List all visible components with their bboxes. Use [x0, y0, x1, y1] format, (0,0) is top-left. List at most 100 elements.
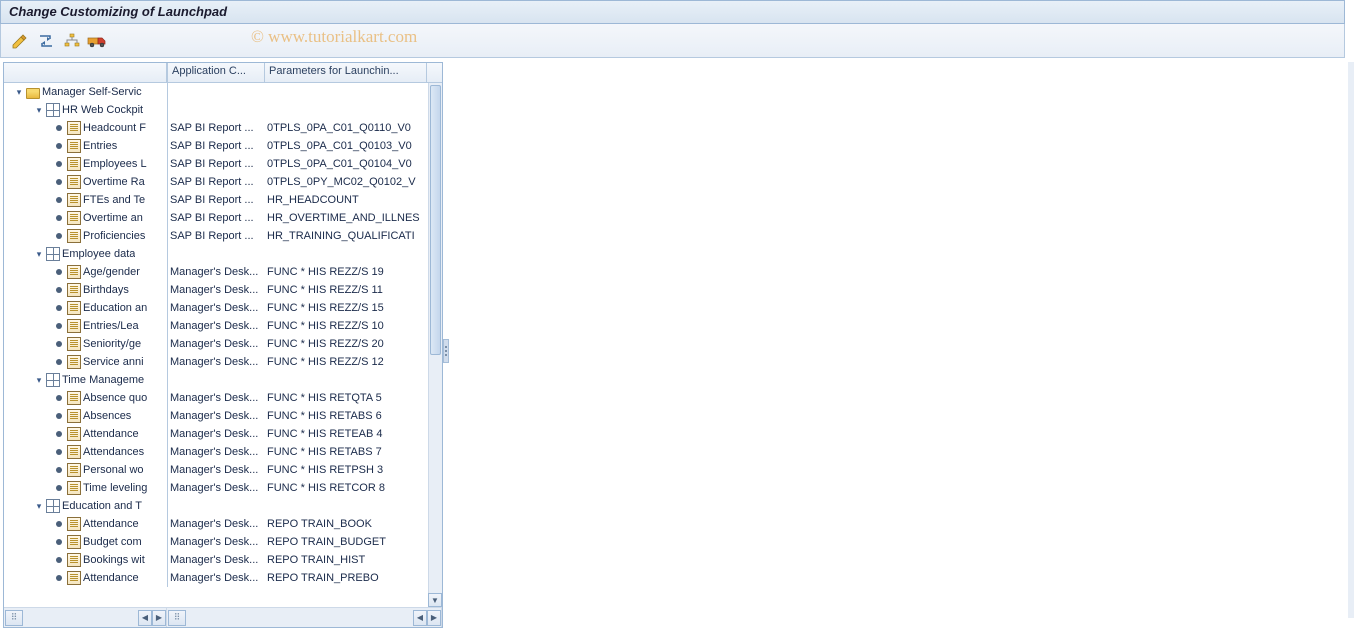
tree-cell-name[interactable]: Personal wo	[4, 461, 167, 479]
scroll-down-button[interactable]: ▼	[428, 593, 442, 607]
expand-toggle-icon[interactable]: ▾	[34, 371, 44, 389]
hscroll-right-2[interactable]: ▶	[427, 610, 441, 626]
hscroll-grip-2[interactable]: ⠿	[168, 610, 186, 626]
tree-cell-application	[167, 83, 265, 101]
tree-row[interactable]: AttendanceManager's Desk...REPO TRAIN_BO…	[4, 515, 442, 533]
tree-row[interactable]: Service anniManager's Desk...FUNC * HIS …	[4, 353, 442, 371]
tree-cell-application: Manager's Desk...	[167, 479, 265, 497]
tree-cell-name[interactable]: Absence quo	[4, 389, 167, 407]
tree-row[interactable]: AbsencesManager's Desk...FUNC * HIS RETA…	[4, 407, 442, 425]
vertical-scroll-thumb[interactable]	[430, 85, 441, 355]
toolbar-transport[interactable]	[87, 31, 109, 51]
document-icon	[67, 193, 81, 207]
tree-cell-name[interactable]: Absences	[4, 407, 167, 425]
detail-scrollbar[interactable]	[1348, 62, 1354, 618]
tree-cell-name[interactable]: Employees L	[4, 155, 167, 173]
document-icon	[67, 319, 81, 333]
tree-cell-name[interactable]: ▾Manager Self-Servic	[4, 83, 167, 101]
tree-row[interactable]: Age/genderManager's Desk...FUNC * HIS RE…	[4, 263, 442, 281]
document-icon	[67, 355, 81, 369]
tree-cell-name[interactable]: Overtime an	[4, 209, 167, 227]
tree-cell-name[interactable]: Attendance	[4, 569, 167, 587]
tree-row[interactable]: Overtime anSAP BI Report ...HR_OVERTIME_…	[4, 209, 442, 227]
tree-cell-name[interactable]: Seniority/ge	[4, 335, 167, 353]
tree-cell-application	[167, 245, 265, 263]
tree-cell-parameters	[265, 83, 427, 101]
column-header-name[interactable]	[4, 63, 167, 82]
tree-cell-name[interactable]: Time leveling	[4, 479, 167, 497]
tree-cell-name[interactable]: Attendances	[4, 443, 167, 461]
expand-toggle-icon[interactable]: ▾	[34, 101, 44, 119]
expand-toggle-icon[interactable]: ▾	[34, 245, 44, 263]
tree-row[interactable]: AttendanceManager's Desk...REPO TRAIN_PR…	[4, 569, 442, 587]
tree-cell-name[interactable]: Proficiencies	[4, 227, 167, 245]
tree-body[interactable]: ▾Manager Self-Servic▾HR Web CockpitHeadc…	[4, 83, 442, 607]
tree-row[interactable]: Employees LSAP BI Report ...0TPLS_0PA_C0…	[4, 155, 442, 173]
toolbar-other-object[interactable]	[35, 31, 57, 51]
tree-row[interactable]: ▾Time Manageme	[4, 371, 442, 389]
tree-row[interactable]: Bookings witManager's Desk...REPO TRAIN_…	[4, 551, 442, 569]
tree-row[interactable]: ProficienciesSAP BI Report ...HR_TRAININ…	[4, 227, 442, 245]
tree-cell-name[interactable]: Entries/Lea	[4, 317, 167, 335]
tree-cell-name[interactable]: Overtime Ra	[4, 173, 167, 191]
tree-row[interactable]: ▾HR Web Cockpit	[4, 101, 442, 119]
panel-splitter[interactable]	[443, 59, 449, 627]
tree-node-label: Proficiencies	[83, 227, 145, 245]
tree-row[interactable]: EntriesSAP BI Report ...0TPLS_0PA_C01_Q0…	[4, 137, 442, 155]
vertical-scrollbar[interactable]	[428, 83, 442, 607]
tree-row[interactable]: BirthdaysManager's Desk...FUNC * HIS REZ…	[4, 281, 442, 299]
document-icon	[67, 535, 81, 549]
bullet-icon	[56, 359, 62, 365]
tree-row[interactable]: AttendancesManager's Desk...FUNC * HIS R…	[4, 443, 442, 461]
tree-cell-name[interactable]: Service anni	[4, 353, 167, 371]
tree-row[interactable]: Overtime RaSAP BI Report ...0TPLS_0PY_MC…	[4, 173, 442, 191]
tree-cell-parameters: 0TPLS_0PA_C01_Q0103_V0	[265, 137, 427, 155]
tree-cell-name[interactable]: ▾HR Web Cockpit	[4, 101, 167, 119]
expand-toggle-icon[interactable]: ▾	[14, 83, 24, 101]
tree-cell-name[interactable]: Attendance	[4, 515, 167, 533]
tree-cell-name[interactable]: FTEs and Te	[4, 191, 167, 209]
hscroll-right-1[interactable]: ▶	[152, 610, 166, 626]
tree-row[interactable]: Personal woManager's Desk...FUNC * HIS R…	[4, 461, 442, 479]
tree-row[interactable]: Budget comManager's Desk...REPO TRAIN_BU…	[4, 533, 442, 551]
document-icon	[67, 517, 81, 531]
tree-cell-parameters	[265, 245, 427, 263]
tree-row[interactable]: Seniority/geManager's Desk...FUNC * HIS …	[4, 335, 442, 353]
hscroll-grip-1[interactable]: ⠿	[5, 610, 23, 626]
tree-node-label: Time leveling	[83, 479, 147, 497]
tree-row[interactable]: ▾Education and T	[4, 497, 442, 515]
grid-icon	[46, 103, 60, 117]
tree-row[interactable]: Entries/LeaManager's Desk...FUNC * HIS R…	[4, 317, 442, 335]
column-header-application[interactable]: Application C...	[167, 63, 265, 82]
tree-row[interactable]: Absence quoManager's Desk...FUNC * HIS R…	[4, 389, 442, 407]
hscroll-left-1[interactable]: ◀	[138, 610, 152, 626]
tree-cell-name[interactable]: Headcount F	[4, 119, 167, 137]
toolbar-where-used[interactable]	[61, 31, 83, 51]
tree-cell-name[interactable]: Bookings wit	[4, 551, 167, 569]
tree-cell-name[interactable]: Attendance	[4, 425, 167, 443]
toolbar-display-change[interactable]	[9, 31, 31, 51]
tree-cell-parameters: 0TPLS_0PA_C01_Q0104_V0	[265, 155, 427, 173]
tree-row[interactable]: FTEs and TeSAP BI Report ...HR_HEADCOUNT	[4, 191, 442, 209]
tree-cell-name[interactable]: Age/gender	[4, 263, 167, 281]
tree-row[interactable]: ▾Employee data	[4, 245, 442, 263]
tree-cell-name[interactable]: Budget com	[4, 533, 167, 551]
column-header-parameters[interactable]: Parameters for Launchin...	[265, 63, 427, 82]
splitter-grip-icon[interactable]	[443, 339, 449, 363]
tree-cell-application: Manager's Desk...	[167, 263, 265, 281]
tree-row[interactable]: Education anManager's Desk...FUNC * HIS …	[4, 299, 442, 317]
tree-cell-name[interactable]: ▾Employee data	[4, 245, 167, 263]
hscroll-left-2[interactable]: ◀	[413, 610, 427, 626]
tree-row[interactable]: ▾Manager Self-Servic	[4, 83, 442, 101]
tree-row[interactable]: Time levelingManager's Desk...FUNC * HIS…	[4, 479, 442, 497]
tree-cell-name[interactable]: Education an	[4, 299, 167, 317]
tree-cell-application: Manager's Desk...	[167, 443, 265, 461]
expand-toggle-icon[interactable]: ▾	[34, 497, 44, 515]
tree-row[interactable]: Headcount FSAP BI Report ...0TPLS_0PA_C0…	[4, 119, 442, 137]
tree-cell-name[interactable]: Birthdays	[4, 281, 167, 299]
tree-row[interactable]: AttendanceManager's Desk...FUNC * HIS RE…	[4, 425, 442, 443]
tree-cell-name[interactable]: ▾Time Manageme	[4, 371, 167, 389]
bullet-icon	[56, 287, 62, 293]
tree-cell-name[interactable]: Entries	[4, 137, 167, 155]
tree-cell-name[interactable]: ▾Education and T	[4, 497, 167, 515]
